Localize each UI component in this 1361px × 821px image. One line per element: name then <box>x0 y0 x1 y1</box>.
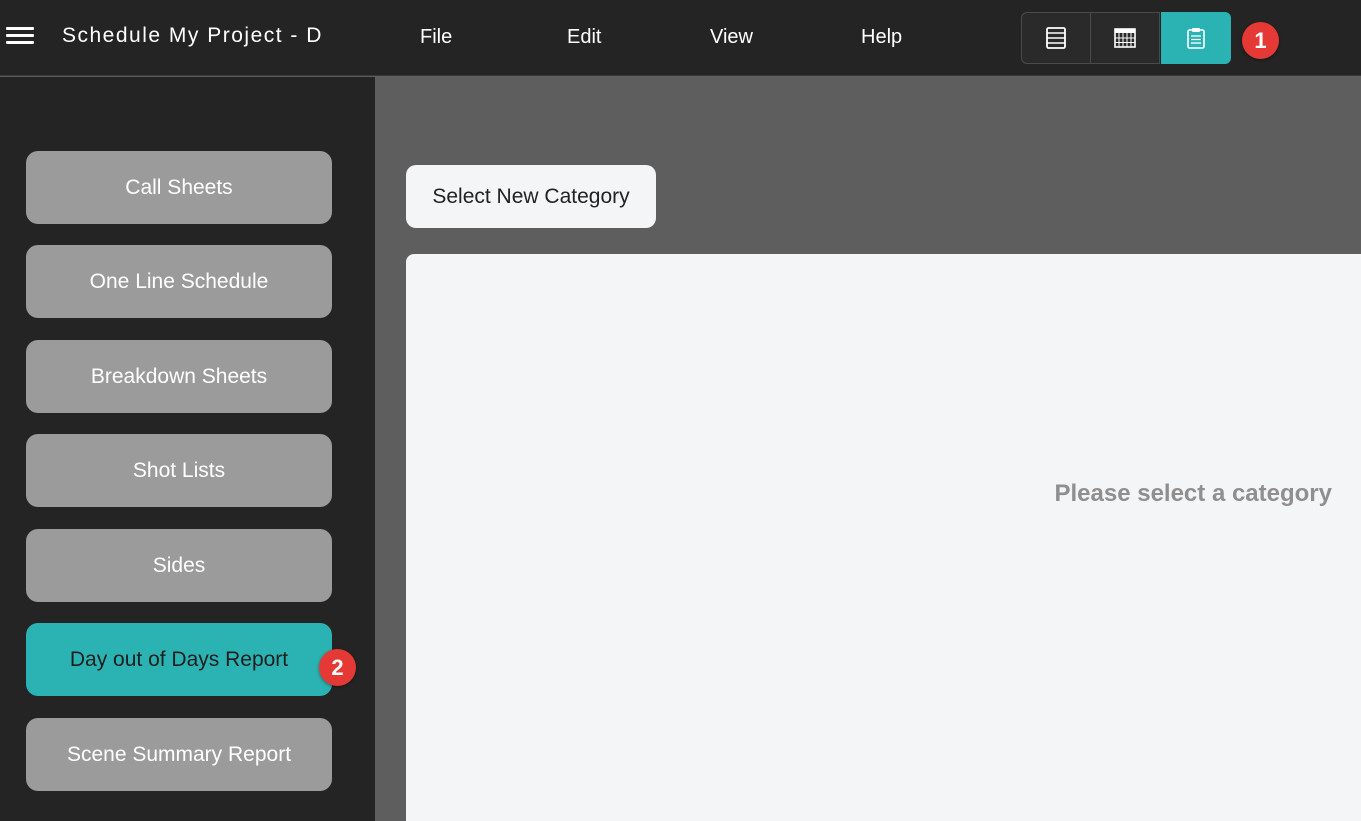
sidebar-item-breakdown-sheets[interactable]: Breakdown Sheets <box>26 340 332 413</box>
step-badge-2: 2 <box>319 649 356 686</box>
top-bar: Schedule My Project - D File Edit View H… <box>0 0 1361 76</box>
calendar-grid-icon <box>1114 28 1136 48</box>
menu-file[interactable]: File <box>420 26 452 49</box>
sidebar-item-call-sheets[interactable]: Call Sheets <box>26 151 332 224</box>
empty-state-message: Please select a category <box>1054 480 1332 507</box>
app-title: Schedule My Project - D <box>62 24 323 47</box>
menu-help[interactable]: Help <box>861 26 902 49</box>
list-view-button[interactable] <box>1021 12 1091 64</box>
sidebar-item-sides[interactable]: Sides <box>26 529 332 602</box>
clipboard-icon <box>1187 28 1205 49</box>
list-view-icon <box>1046 27 1066 49</box>
sidebar-item-one-line-schedule[interactable]: One Line Schedule <box>26 245 332 318</box>
report-content-panel: Please select a category <box>406 254 1361 821</box>
step-badge-1: 1 <box>1242 22 1279 59</box>
menu-edit[interactable]: Edit <box>567 26 601 49</box>
sidebar-item-shot-lists[interactable]: Shot Lists <box>26 434 332 507</box>
sidebar-item-day-out-of-days-report[interactable]: Day out of Days Report <box>26 623 332 696</box>
menu-view[interactable]: View <box>710 26 753 49</box>
calendar-view-button[interactable] <box>1090 12 1160 64</box>
reports-view-button[interactable] <box>1161 12 1231 64</box>
sidebar: Call Sheets One Line Schedule Breakdown … <box>0 77 375 821</box>
sidebar-item-scene-summary-report[interactable]: Scene Summary Report <box>26 718 332 791</box>
select-new-category-button[interactable]: Select New Category <box>406 165 656 228</box>
hamburger-menu-icon[interactable] <box>6 27 34 47</box>
